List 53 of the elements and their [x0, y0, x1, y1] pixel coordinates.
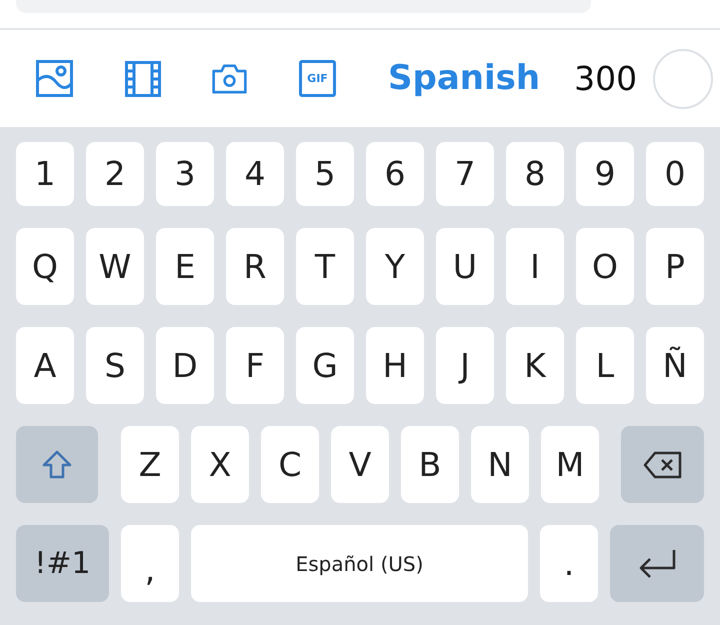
key[interactable]: O — [576, 228, 634, 305]
key[interactable]: V — [331, 426, 389, 503]
key[interactable]: G — [296, 327, 354, 404]
key[interactable]: , — [121, 525, 179, 602]
key[interactable]: C — [261, 426, 319, 503]
key[interactable]: L — [576, 327, 634, 404]
language-label[interactable]: Spanish — [388, 53, 540, 104]
key[interactable]: Y — [366, 228, 424, 305]
key[interactable]: 2 — [86, 142, 144, 206]
key[interactable]: P — [646, 228, 704, 305]
space-key[interactable]: Español (US) — [191, 525, 528, 602]
key[interactable]: K — [506, 327, 564, 404]
key[interactable]: 1 — [16, 142, 74, 206]
image-icon[interactable] — [36, 60, 73, 97]
key[interactable]: 7 — [436, 142, 494, 206]
key[interactable]: J — [436, 327, 494, 404]
key[interactable]: E — [156, 228, 214, 305]
gif-button[interactable]: GIF — [299, 60, 336, 97]
key[interactable]: S — [86, 327, 144, 404]
shift-key[interactable] — [16, 426, 98, 503]
key[interactable]: Ñ — [646, 327, 704, 404]
key[interactable]: H — [366, 327, 424, 404]
key[interactable]: 5 — [296, 142, 354, 206]
enter-key[interactable] — [610, 525, 704, 602]
key[interactable]: W — [86, 228, 144, 305]
key[interactable]: 9 — [576, 142, 634, 206]
key[interactable]: U — [436, 228, 494, 305]
key[interactable]: X — [191, 426, 249, 503]
backspace-icon — [642, 450, 682, 478]
key[interactable]: R — [226, 228, 284, 305]
key[interactable]: N — [471, 426, 529, 503]
progress-ring — [653, 48, 714, 108]
key[interactable]: 0 — [646, 142, 704, 206]
key[interactable]: B — [401, 426, 459, 503]
key[interactable]: F — [226, 327, 284, 404]
backspace-key[interactable] — [621, 426, 704, 503]
key[interactable]: M — [541, 426, 599, 503]
key[interactable]: I — [506, 228, 564, 305]
symbols-key[interactable]: !#1 — [16, 525, 109, 602]
key[interactable]: 8 — [506, 142, 564, 206]
key[interactable]: D — [156, 327, 214, 404]
key[interactable]: Q — [16, 228, 74, 305]
key[interactable]: 6 — [366, 142, 424, 206]
key[interactable]: . — [540, 525, 598, 602]
key[interactable]: A — [16, 327, 74, 404]
shift-arrow-icon — [41, 448, 73, 480]
key[interactable]: 3 — [156, 142, 214, 206]
film-icon[interactable] — [124, 60, 161, 97]
key[interactable]: 4 — [226, 142, 284, 206]
key[interactable]: Z — [121, 426, 179, 503]
key[interactable]: T — [296, 228, 354, 305]
character-count: 300 — [574, 58, 638, 100]
enter-arrow-icon — [637, 548, 677, 580]
